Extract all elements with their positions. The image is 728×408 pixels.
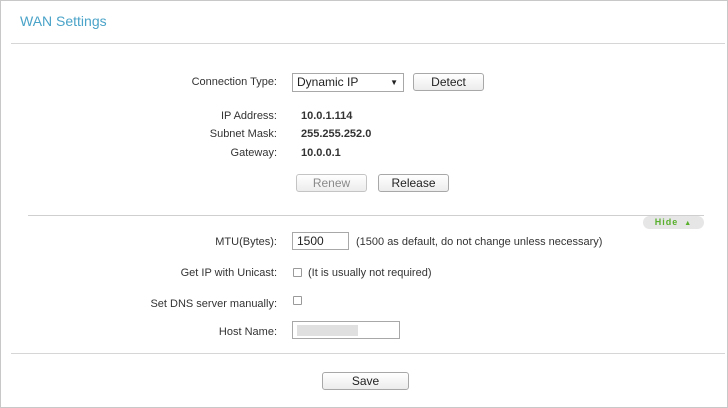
- gateway-value: 10.0.0.1: [301, 147, 341, 159]
- unicast-note: (It is usually not required): [308, 267, 432, 279]
- page-title: WAN Settings: [20, 13, 107, 29]
- save-button[interactable]: Save: [322, 372, 409, 390]
- dns-manual-label: Set DNS server manually:: [150, 298, 277, 310]
- unicast-label: Get IP with Unicast:: [180, 267, 277, 279]
- hide-advanced-toggle[interactable]: Hide ▲: [643, 216, 704, 229]
- subnet-mask-value: 255.255.252.0: [301, 128, 372, 140]
- mtu-input[interactable]: [292, 232, 349, 250]
- hide-label: Hide: [654, 217, 679, 227]
- title-divider: [11, 43, 725, 44]
- host-name-redaction: [297, 325, 358, 336]
- renew-button[interactable]: Renew: [296, 174, 367, 192]
- advanced-divider: [28, 215, 704, 216]
- unicast-checkbox[interactable]: [293, 268, 302, 277]
- connection-type-value: Dynamic IP: [297, 75, 359, 89]
- connection-type-label: Connection Type:: [191, 76, 277, 88]
- dns-manual-checkbox[interactable]: [293, 296, 302, 305]
- detect-button[interactable]: Detect: [413, 73, 484, 91]
- ip-address-value: 10.0.1.114: [301, 110, 353, 122]
- connection-type-select[interactable]: Dynamic IP ▼: [292, 73, 404, 92]
- gateway-label: Gateway:: [230, 147, 277, 159]
- footer-divider: [11, 353, 725, 354]
- wan-settings-panel: WAN Settings Connection Type: Dynamic IP…: [0, 0, 728, 408]
- mtu-label: MTU(Bytes):: [215, 236, 277, 248]
- release-button[interactable]: Release: [378, 174, 449, 192]
- subnet-mask-label: Subnet Mask:: [209, 128, 277, 140]
- caret-down-icon: ▼: [390, 78, 398, 87]
- host-name-label: Host Name:: [218, 326, 277, 338]
- mtu-note: (1500 as default, do not change unless n…: [356, 236, 603, 248]
- ip-address-label: IP Address:: [220, 110, 277, 122]
- chevron-up-icon: ▲: [684, 220, 693, 227]
